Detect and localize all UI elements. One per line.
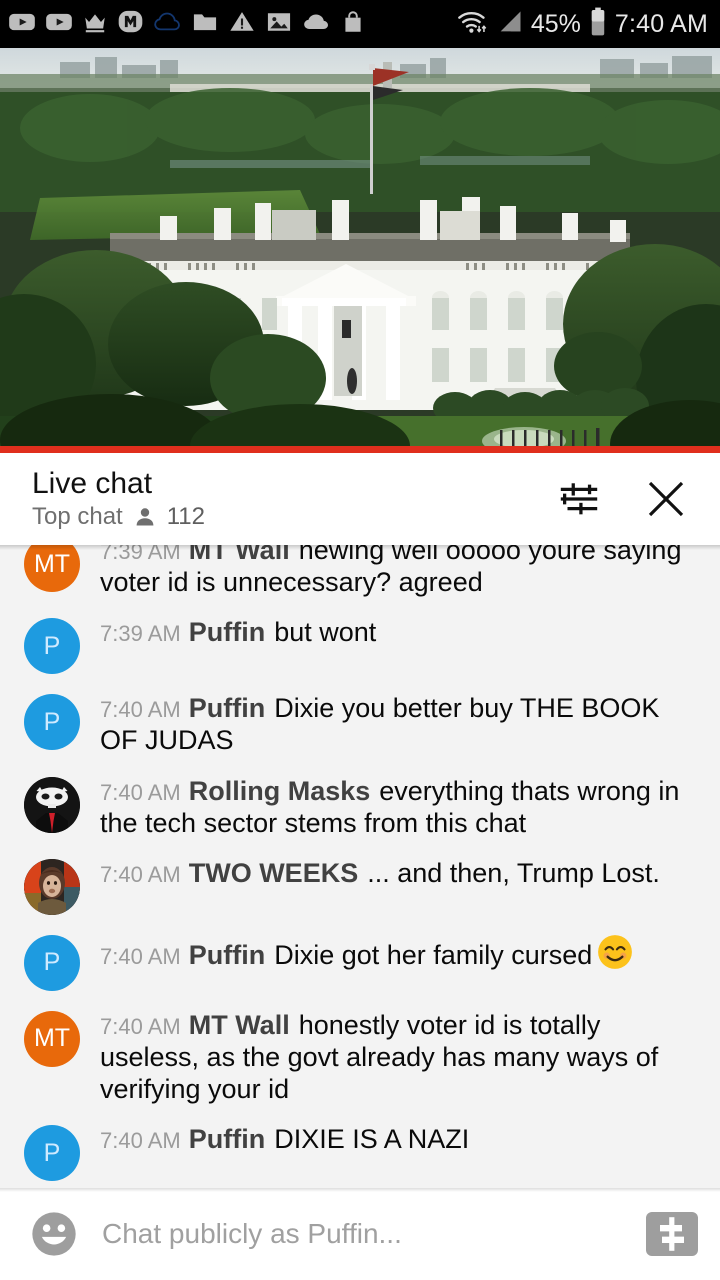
warning-triangle-icon	[228, 8, 256, 41]
chat-message-row[interactable]: P 7:40 AM Puffin DIXIE IS A NAZI	[0, 1114, 720, 1188]
message-text: ... and then, Trump Lost.	[367, 857, 660, 888]
chat-message-row[interactable]: 7:40 AM TWO WEEKS ... and then, Trump Lost…	[0, 848, 720, 924]
message-text: Dixie got her family cursed	[274, 939, 593, 970]
message-timestamp: 7:40 AM	[100, 1013, 181, 1039]
chat-message-row[interactable]: MT 7:40 AM MT Wall honestly voter id is to…	[0, 1000, 720, 1114]
avatar[interactable]: MT	[24, 1010, 80, 1067]
avatar-initials: P	[43, 948, 61, 977]
crown-icon	[82, 9, 108, 40]
chat-input[interactable]	[102, 1218, 624, 1250]
dollar-superchat-icon[interactable]	[646, 1212, 698, 1256]
tune-sliders-icon[interactable]	[556, 476, 602, 522]
page-title: Live chat	[32, 467, 153, 501]
message-text: Dixie you better buy THE BOOK OF JUDAS	[100, 693, 660, 756]
video-progress-bar[interactable]	[0, 446, 720, 453]
status-bar-notification-icons	[8, 7, 366, 41]
smiling-face-with-smiling-eyes-icon	[596, 933, 634, 978]
folder-icon	[191, 8, 219, 41]
message-author[interactable]: MT Wall	[189, 1010, 290, 1040]
chat-message-body: 7:40 AM MT Wall honestly voter id is total…	[80, 1009, 696, 1105]
message-text: but wont	[274, 617, 377, 648]
youtube-icon	[45, 8, 73, 41]
wifi-icon	[456, 7, 489, 41]
chat-message-row[interactable]: P 7:39 AM Puffin but wont	[0, 607, 720, 683]
youtube-live-chat-screen: 45% 7:40 AM Live chat Top chat 112 MT 7:…	[0, 0, 720, 1280]
chat-message-row[interactable]: P 7:40 AM Puffin Dixie you better buy THE …	[0, 683, 720, 765]
video-player[interactable]	[0, 48, 720, 453]
m-badge-icon	[117, 8, 144, 40]
cellular-signal-icon	[496, 8, 524, 41]
avatar-initials: P	[43, 631, 61, 660]
emoji-smiley-icon[interactable]	[28, 1208, 80, 1260]
avatar[interactable]: P	[24, 694, 80, 751]
shopping-bag-icon	[340, 9, 366, 40]
chat-mode-row[interactable]: Top chat 112	[32, 503, 205, 531]
chat-message-list[interactable]: MT 7:39 AM MT Wall newing well ooooo youre…	[0, 545, 720, 1188]
message-text: honestly voter id is totally useless, as…	[100, 1009, 659, 1104]
message-author[interactable]: Rolling Masks	[189, 776, 371, 806]
cloud-filled-icon	[302, 7, 331, 41]
avatar[interactable]: P	[24, 934, 80, 991]
person-icon	[133, 505, 157, 529]
cloud-outline-icon	[153, 7, 182, 41]
message-author[interactable]: MT Wall	[189, 545, 290, 565]
chat-message-body: 7:39 AM Puffin but wont	[80, 616, 696, 648]
youtube-icon	[8, 8, 36, 41]
avatar-initials: MT	[33, 549, 71, 578]
avatar[interactable]: P	[24, 618, 80, 675]
mask-avatar-icon	[24, 776, 80, 833]
chat-message-body: 7:40 AM Rolling Masks everything thats wro…	[80, 775, 696, 839]
close-x-icon[interactable]	[642, 475, 690, 523]
message-timestamp: 7:40 AM	[100, 779, 181, 805]
message-author[interactable]: Puffin	[189, 617, 265, 647]
status-bar-system-icons: 45% 7:40 AM	[456, 7, 708, 42]
chat-input-bar	[0, 1188, 720, 1280]
photo-avatar-icon	[24, 858, 80, 915]
message-text: DIXIE IS A NAZI	[274, 1124, 470, 1155]
avatar[interactable]	[24, 776, 80, 833]
battery-icon	[588, 7, 608, 42]
battery-percent-label: 45%	[530, 9, 581, 38]
avatar[interactable]: MT	[24, 545, 80, 592]
avatar-initials: P	[43, 707, 61, 736]
message-timestamp: 7:40 AM	[100, 861, 181, 887]
avatar[interactable]	[24, 858, 80, 915]
chat-mode-label: Top chat	[32, 502, 123, 530]
chat-message-row[interactable]: P 7:40 AM Puffin Dixie got her family curs…	[0, 924, 720, 1000]
live-chat-header-titles: Live chat Top chat 112	[32, 467, 205, 531]
image-icon	[265, 8, 293, 41]
message-text: newing well ooooo youre saying voter id …	[100, 545, 682, 598]
live-chat-header-actions	[556, 475, 698, 523]
video-frame-whitehouse	[0, 48, 720, 453]
avatar-initials: MT	[33, 1024, 71, 1053]
avatar-initials: P	[43, 1138, 61, 1167]
message-timestamp: 7:40 AM	[100, 1128, 181, 1154]
live-chat-header: Live chat Top chat 112	[0, 453, 720, 545]
message-author[interactable]: Puffin	[189, 693, 265, 723]
chat-message-body: 7:40 AM TWO WEEKS ... and then, Trump Lost…	[80, 857, 696, 889]
message-text: everything thats wrong in the tech secto…	[100, 775, 680, 838]
message-author[interactable]: TWO WEEKS	[189, 858, 359, 888]
message-author[interactable]: Puffin	[189, 940, 265, 970]
viewer-count-label: 112	[166, 502, 205, 530]
chat-message-body: 7:40 AM Puffin DIXIE IS A NAZI	[80, 1123, 696, 1155]
message-timestamp: 7:39 AM	[100, 545, 181, 564]
chat-message-row[interactable]: MT 7:39 AM MT Wall newing well ooooo youre…	[0, 545, 720, 607]
chat-message-body: 7:40 AM Puffin Dixie got her family cursed	[80, 933, 696, 978]
status-bar: 45% 7:40 AM	[0, 0, 720, 48]
chat-message-body: 7:40 AM Puffin Dixie you better buy THE BO…	[80, 692, 696, 756]
chat-message-row[interactable]: 7:40 AM Rolling Masks everything thats wro…	[0, 766, 720, 848]
clock-label: 7:40 AM	[614, 9, 708, 38]
message-timestamp: 7:39 AM	[100, 621, 181, 647]
avatar[interactable]: P	[24, 1125, 80, 1182]
message-timestamp: 7:40 AM	[100, 697, 181, 723]
chat-message-body: 7:39 AM MT Wall newing well ooooo youre sa…	[80, 545, 696, 598]
message-timestamp: 7:40 AM	[100, 943, 181, 969]
message-author[interactable]: Puffin	[189, 1124, 265, 1154]
